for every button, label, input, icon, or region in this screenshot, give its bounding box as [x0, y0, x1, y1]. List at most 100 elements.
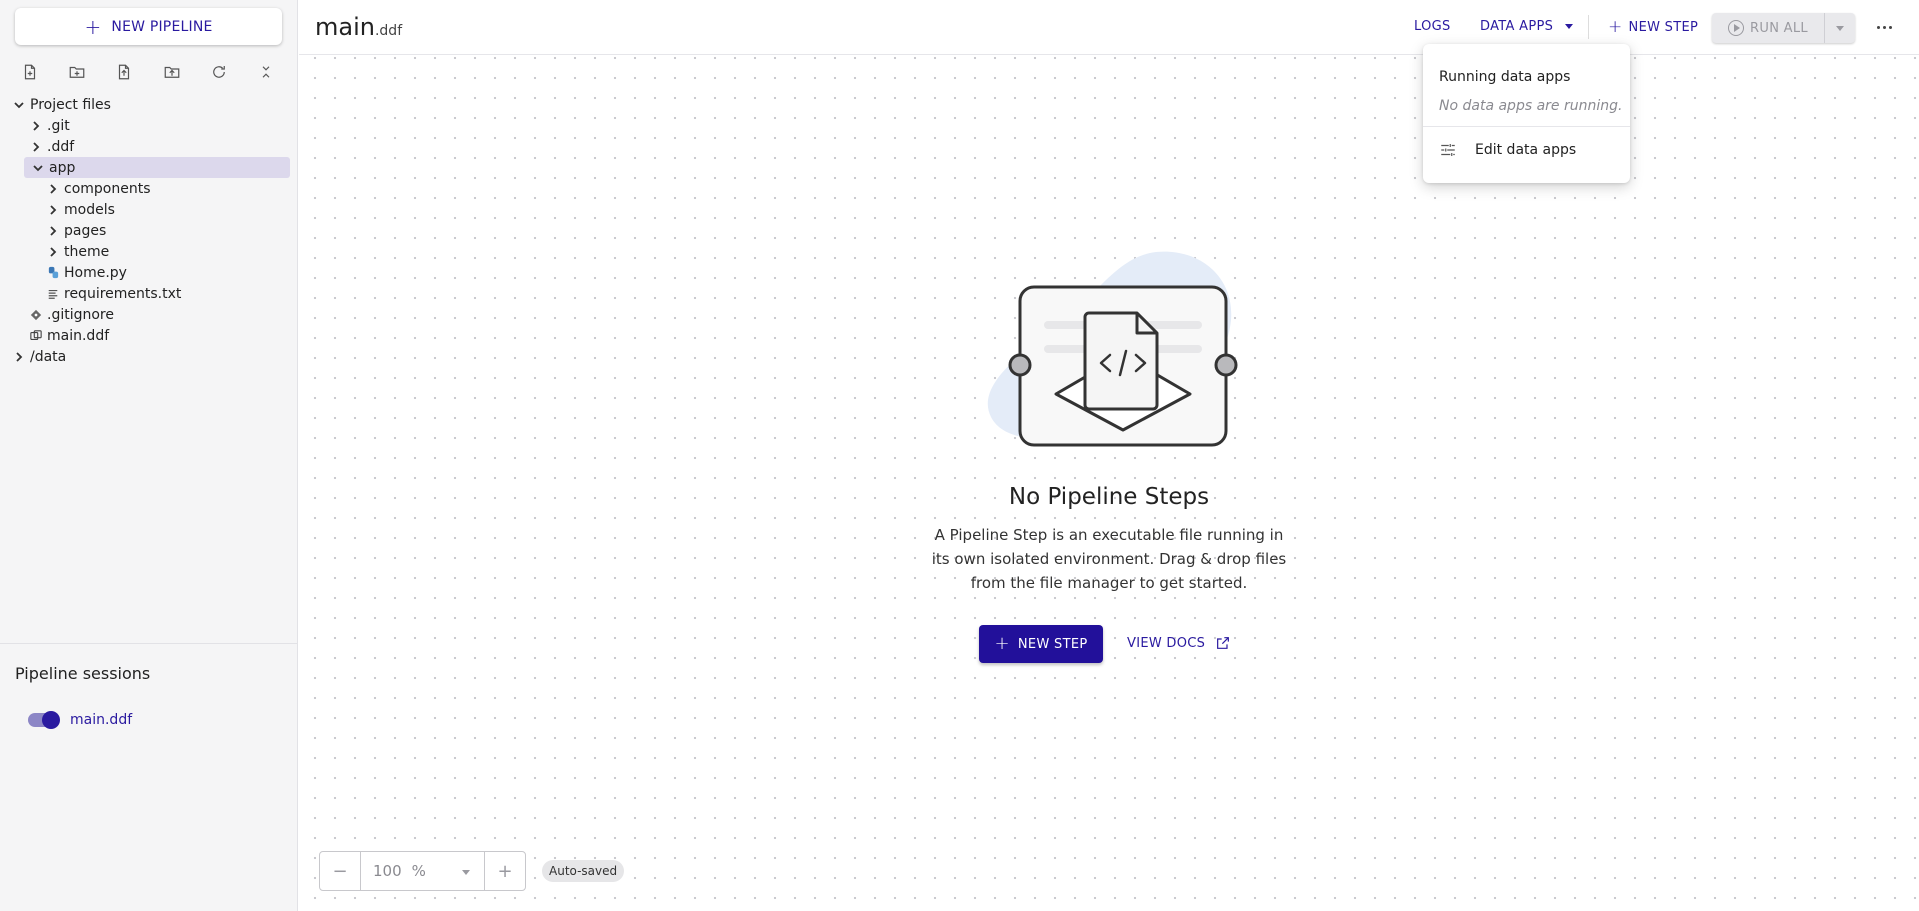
session-toggle[interactable]: [28, 711, 60, 729]
run-all-button[interactable]: RUN ALL: [1712, 13, 1824, 43]
tune-icon: [1441, 144, 1455, 156]
tree-item-label: app: [49, 159, 76, 176]
upload-folder-icon[interactable]: [160, 60, 184, 84]
zoom-value: 100: [373, 862, 402, 880]
autosaved-badge: Auto-saved: [542, 860, 625, 882]
chevron-right-icon: [46, 224, 60, 238]
caret-down-icon: [1836, 25, 1844, 31]
zoom-select[interactable]: 100 %: [361, 852, 484, 890]
chevron-down-icon: [31, 161, 45, 175]
edit-data-apps-menu-item[interactable]: Edit data apps: [1439, 141, 1576, 159]
session-item[interactable]: main.ddf: [28, 711, 133, 729]
run-all-button-group: RUN ALL: [1712, 13, 1855, 43]
tree-item-theme[interactable]: theme: [0, 241, 298, 262]
empty-state-description: A Pipeline Step is an executable file ru…: [931, 526, 1287, 592]
page-title-name: main: [315, 13, 375, 41]
chevron-right-icon: [46, 182, 60, 196]
new-step-cta-button[interactable]: + NEW STEP: [979, 625, 1103, 663]
data-apps-label: DATA APPS: [1480, 19, 1554, 34]
tree-item-label: .gitignore: [47, 306, 114, 323]
logs-label: LOGS: [1414, 19, 1451, 34]
tree-item-label: .ddf: [47, 138, 75, 155]
new-step-cta-label: NEW STEP: [1017, 636, 1088, 652]
tree-item-main-ddf[interactable]: main.ddf: [0, 325, 298, 346]
plus-icon: +: [994, 633, 1010, 654]
tree-item-label: main.ddf: [47, 327, 110, 344]
logs-button[interactable]: LOGS: [1414, 19, 1451, 34]
plus-icon: +: [84, 14, 102, 39]
divider: [1423, 126, 1630, 127]
tree-item-label: /data: [30, 348, 67, 365]
run-options-button[interactable]: [1825, 13, 1855, 43]
new-file-icon[interactable]: [18, 60, 42, 84]
tree-item-components[interactable]: components: [0, 178, 298, 199]
more-options-icon[interactable]: [1872, 17, 1896, 37]
view-docs-link[interactable]: VIEW DOCS: [1127, 635, 1231, 651]
chevron-right-icon: [29, 140, 43, 154]
tree-item-ddf[interactable]: .ddf: [0, 136, 298, 157]
tree-item-models[interactable]: models: [0, 199, 298, 220]
plus-icon: +: [1608, 17, 1623, 37]
zoom-unit: %: [411, 862, 426, 880]
page-title-ext: .ddf: [374, 23, 403, 39]
git-icon: [29, 308, 43, 322]
data-apps-button[interactable]: DATA APPS: [1480, 19, 1574, 34]
tree-item-git[interactable]: .git: [0, 115, 298, 136]
zoom-control: − 100 % +: [319, 851, 526, 891]
menu-heading: Running data apps: [1439, 69, 1571, 85]
tree-item-pages[interactable]: pages: [0, 220, 298, 241]
new-pipeline-label: NEW PIPELINE: [111, 18, 213, 35]
view-docs-label: VIEW DOCS: [1127, 635, 1206, 651]
caret-down-icon: [462, 870, 470, 875]
data-apps-menu: Running data apps No data apps are runni…: [1423, 44, 1630, 183]
caret-down-icon: [1565, 24, 1574, 29]
upload-file-icon[interactable]: [112, 60, 136, 84]
python-file-icon: [46, 266, 60, 280]
tree-item-label: Project files: [30, 96, 111, 113]
tree-item-label: models: [64, 201, 115, 218]
tree-item-project-files[interactable]: Project files: [0, 94, 298, 115]
divider: [0, 643, 298, 644]
divider: [1588, 15, 1589, 39]
zoom-in-button[interactable]: +: [485, 852, 525, 890]
new-step-label: NEW STEP: [1628, 20, 1699, 35]
collapse-all-icon[interactable]: [254, 60, 278, 84]
tree-item-app[interactable]: app: [24, 157, 290, 178]
header: main.ddf LOGS DATA APPS + NEW STEP RUN A…: [299, 0, 1919, 55]
chevron-down-icon: [12, 98, 26, 112]
zoom-out-button[interactable]: −: [320, 852, 360, 890]
tree-item-label: theme: [64, 243, 110, 260]
play-circle-icon: [1728, 20, 1745, 36]
text-file-icon: [46, 287, 60, 301]
open-in-new-icon: [1217, 637, 1230, 649]
new-folder-icon[interactable]: [65, 60, 89, 84]
tree-item-gitignore[interactable]: .gitignore: [0, 304, 298, 325]
tree-item-label: components: [64, 180, 151, 197]
empty-state-title: No Pipeline Steps: [1008, 484, 1210, 510]
file-toolbar: [18, 60, 278, 84]
chevron-right-icon: [46, 203, 60, 217]
chevron-right-icon: [12, 350, 26, 364]
chevron-right-icon: [46, 245, 60, 259]
tree-item-label: pages: [64, 222, 107, 239]
pipeline-file-icon: [29, 329, 43, 343]
file-tree: Project files .git .ddf app components m…: [0, 94, 298, 367]
new-pipeline-button[interactable]: + NEW PIPELINE: [15, 8, 282, 45]
tree-item-data[interactable]: /data: [0, 346, 298, 367]
menu-empty-text: No data apps are running.: [1439, 98, 1623, 114]
chevron-right-icon: [29, 119, 43, 133]
tree-item-label: .git: [47, 117, 70, 134]
new-step-button[interactable]: + NEW STEP: [1608, 19, 1698, 36]
session-label: main.ddf: [70, 712, 133, 728]
tree-item-label: requirements.txt: [64, 285, 182, 302]
run-all-label: RUN ALL: [1750, 20, 1808, 36]
tree-item-home-py[interactable]: Home.py: [0, 262, 298, 283]
pipeline-canvas[interactable]: main.ddf LOGS DATA APPS + NEW STEP RUN A…: [299, 0, 1919, 911]
sessions-title: Pipeline sessions: [15, 664, 151, 683]
sidebar: + NEW PIPELINE Project files .git .ddf a…: [0, 0, 298, 911]
refresh-icon[interactable]: [207, 60, 231, 84]
edit-data-apps-label: Edit data apps: [1475, 142, 1577, 158]
page-title: main.ddf: [315, 13, 402, 41]
empty-pipeline-illustration: [987, 251, 1238, 447]
tree-item-requirements[interactable]: requirements.txt: [0, 283, 298, 304]
